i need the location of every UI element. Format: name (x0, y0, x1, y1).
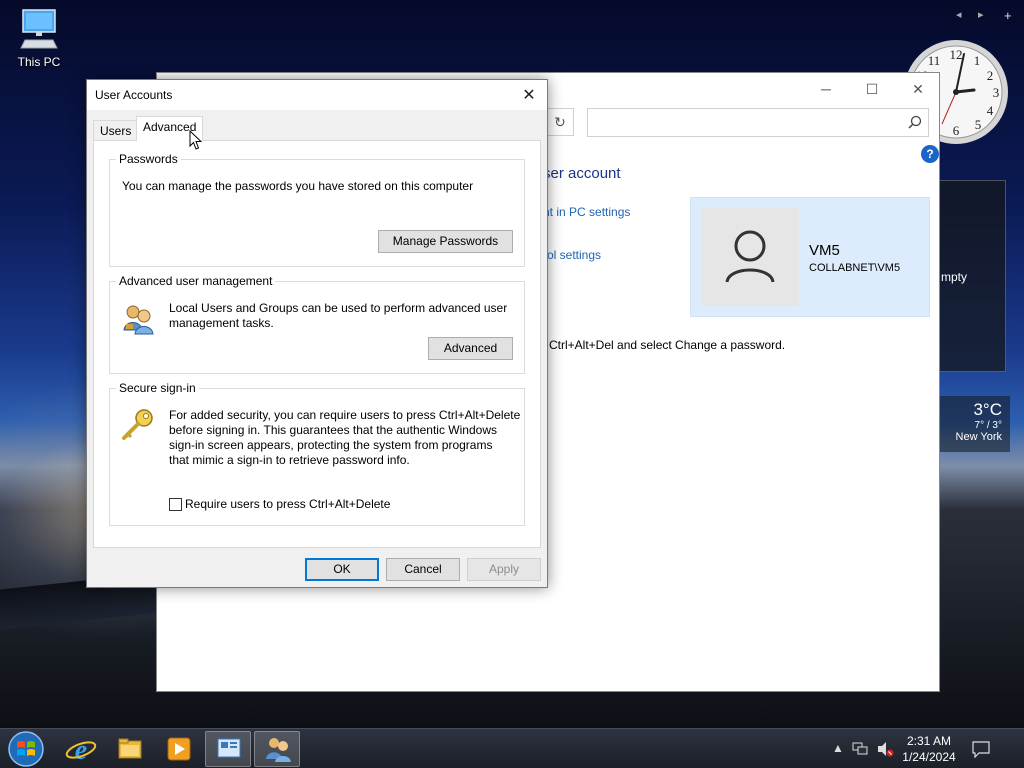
search-icon (908, 115, 922, 129)
minimize-button[interactable]: ─ (809, 77, 843, 101)
require-ctrl-alt-delete-checkbox[interactable] (169, 498, 182, 511)
clock-date: 1/24/2024 (902, 750, 956, 764)
folder-icon (118, 738, 142, 759)
mouse-cursor-icon (189, 130, 203, 150)
close-window-button[interactable]: ✕ (901, 77, 935, 101)
svg-text:3: 3 (993, 85, 1000, 100)
taskbar-internet-explorer[interactable]: e (58, 731, 104, 767)
svg-text:6: 6 (953, 123, 960, 138)
require-ctrl-alt-delete-label[interactable]: Require users to press Ctrl+Alt+Delete (185, 497, 390, 512)
network-icon[interactable] (851, 741, 869, 757)
refresh-icon: ↻ (554, 114, 566, 130)
show-hidden-icons-button[interactable]: ▲ (832, 741, 844, 755)
taskbar-user-accounts[interactable] (254, 731, 300, 767)
svg-text:4: 4 (987, 103, 994, 118)
weather-temperature: 3°C (973, 400, 1002, 419)
control-panel-icon (217, 738, 241, 758)
volume-muted-icon[interactable] (876, 741, 894, 757)
windows-start-icon (8, 731, 44, 767)
users-group-icon (123, 305, 154, 335)
weather-gadget: 3°C 7° / 3° New York (940, 396, 1010, 452)
secure-signin-legend: Secure sign-in (116, 381, 199, 395)
manage-passwords-button[interactable]: Manage Passwords (378, 230, 513, 253)
apply-button[interactable]: Apply (467, 558, 541, 581)
ok-button[interactable]: OK (305, 558, 379, 581)
dialog-titlebar[interactable]: User Accounts ✕ (87, 80, 547, 110)
gadget-panel: mpty (934, 180, 1006, 372)
advanced-mgmt-legend: Advanced user management (116, 274, 276, 288)
tab-panel-advanced: Passwords You can manage the passwords y… (93, 140, 541, 548)
secure-signin-text-line4: that mimic a sign-in to retrieve passwor… (169, 453, 410, 467)
gadget-add-button[interactable]: + (1004, 8, 1012, 23)
search-input[interactable] (587, 108, 929, 137)
advanced-mgmt-text-line1: Local Users and Groups can be used to pe… (169, 301, 508, 315)
svg-text:12: 12 (950, 47, 963, 62)
svg-text:e: e (75, 735, 87, 766)
secure-signin-text-line1: For added security, you can require user… (169, 408, 521, 422)
refresh-button[interactable]: ↻ (546, 108, 574, 136)
user-accounts-dialog: User Accounts ✕ Users Advanced Passwords… (86, 79, 548, 588)
user-name: VM5 (809, 242, 840, 259)
taskbar-media-player[interactable] (156, 731, 202, 767)
close-icon[interactable]: ✕ (519, 85, 539, 105)
advanced-user-management-group: Advanced user management Local Users and… (109, 274, 525, 374)
tab-users[interactable]: Users (93, 120, 139, 140)
clock-time: 2:31 AM (906, 734, 952, 748)
users-icon (266, 738, 291, 762)
passwords-legend: Passwords (116, 152, 181, 166)
weather-city: New York (955, 431, 1002, 443)
key-icon (122, 409, 153, 440)
change-password-hint: Ctrl+Alt+Del and select Change a passwor… (549, 338, 786, 352)
svg-text:1: 1 (974, 53, 981, 68)
pc-settings-link[interactable]: nt in PC settings (543, 205, 630, 219)
notification-icon[interactable] (972, 740, 990, 758)
weather-range: 7° / 3° (974, 420, 1002, 431)
this-pc-desktop-icon[interactable]: This PC (10, 8, 68, 69)
taskbar-control-panel[interactable] (205, 731, 251, 767)
user-domain: COLLABNET\VM5 (809, 262, 901, 274)
start-button[interactable] (6, 730, 46, 768)
control-settings-link[interactable]: rol settings (543, 248, 601, 262)
advanced-mgmt-text-line2: management tasks. (169, 316, 274, 330)
secure-signin-text-line2: before signing in. This guarantees that … (169, 423, 497, 437)
taskbar: e ▲ 2:31 AM 1/24/2024 (0, 728, 1024, 768)
maximize-button[interactable]: ☐ (855, 77, 889, 101)
svg-text:2: 2 (987, 68, 994, 83)
gadget-prev-button[interactable]: ◂ (956, 8, 962, 21)
gadget-next-button[interactable]: ▸ (978, 8, 984, 21)
user-icon (725, 230, 775, 283)
computer-icon (20, 9, 58, 49)
user-tile: VM5 COLLABNET\VM5 (690, 197, 930, 317)
media-player-icon (167, 737, 191, 761)
gadget-panel-text: mpty (941, 270, 968, 284)
gadget-navigation: ◂ ▸ + (952, 8, 1022, 24)
svg-text:5: 5 (975, 117, 982, 132)
taskbar-file-explorer[interactable] (107, 731, 153, 767)
avatar (701, 208, 799, 306)
page-heading: ser account (543, 165, 621, 182)
passwords-text: You can manage the passwords you have st… (122, 179, 474, 193)
this-pc-label: This PC (17, 55, 61, 69)
system-clock[interactable]: 2:31 AM 1/24/2024 (896, 733, 962, 765)
advanced-button[interactable]: Advanced (428, 337, 513, 360)
help-icon[interactable]: ? (921, 145, 939, 163)
cancel-button[interactable]: Cancel (386, 558, 460, 581)
secure-signin-group: Secure sign-in For added security, you c… (109, 381, 525, 526)
internet-explorer-icon: e (65, 735, 97, 766)
dialog-title: User Accounts (95, 88, 173, 102)
svg-text:11: 11 (928, 53, 941, 68)
secure-signin-text-line3: sign-in screen appears, protecting the s… (169, 438, 493, 452)
passwords-group: Passwords You can manage the passwords y… (109, 152, 525, 267)
